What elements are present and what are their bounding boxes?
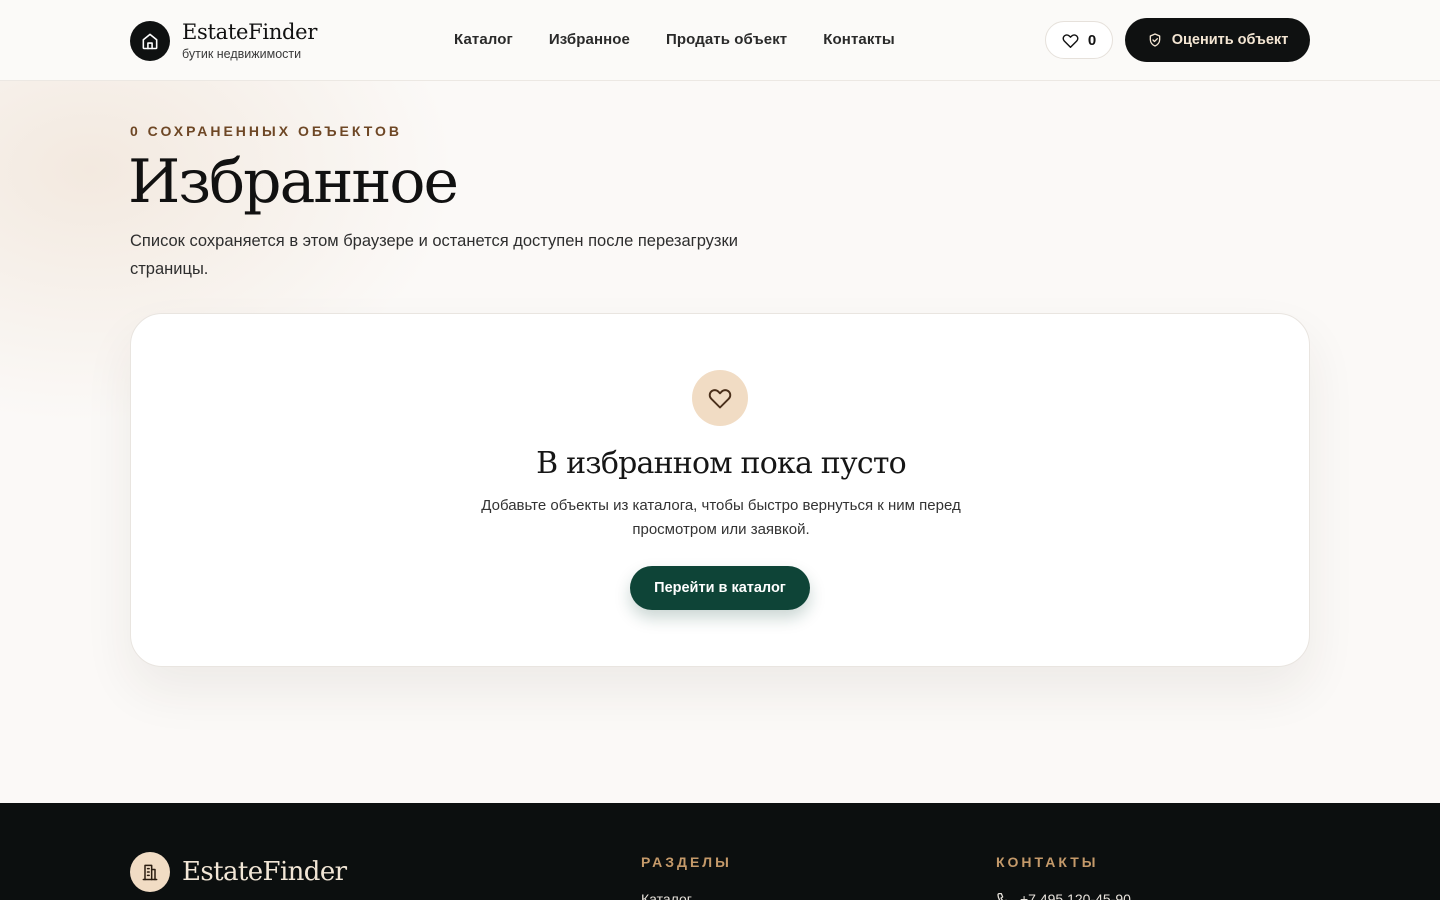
- nav-catalog[interactable]: Каталог: [454, 30, 513, 50]
- footer-brand-name: EstateFinder: [182, 857, 347, 887]
- favorites-counter-button[interactable]: 0: [1045, 21, 1113, 59]
- brand-tagline: бутик недвижимости: [182, 47, 302, 61]
- nav-sell[interactable]: Продать объект: [666, 30, 787, 50]
- brand-name: EstateFinder: [182, 20, 318, 44]
- phone-icon: [996, 891, 1012, 900]
- footer-brand[interactable]: EstateFinder: [130, 852, 347, 892]
- footer-contacts-heading: КОНТАКТЫ: [996, 854, 1099, 870]
- favorites-empty-state: В избранном пока пусто Добавьте объекты …: [130, 313, 1310, 667]
- heart-icon: [1062, 32, 1079, 49]
- main-nav: Каталог Избранное Продать объект Контакт…: [454, 30, 895, 50]
- page-description: Список сохраняется в этом браузере и ост…: [130, 232, 738, 278]
- evaluate-property-button[interactable]: Оценить объект: [1125, 18, 1310, 62]
- footer-sections-heading: РАЗДЕЛЫ: [641, 854, 732, 870]
- page-title: Избранное: [128, 147, 459, 217]
- home-icon: [130, 21, 170, 61]
- evaluate-property-label: Оценить объект: [1171, 32, 1289, 48]
- nav-favorites[interactable]: Избранное: [549, 30, 630, 50]
- heart-icon: [692, 370, 748, 426]
- brand-logo[interactable]: EstateFinder бутик недвижимости: [130, 20, 317, 62]
- shield-check-icon: [1147, 32, 1163, 48]
- nav-contacts[interactable]: Контакты: [823, 30, 895, 50]
- favorites-count: 0: [1087, 31, 1097, 49]
- building-icon: [130, 852, 170, 892]
- footer-phone: +7 495 120-45-90: [1020, 891, 1131, 900]
- site-header: EstateFinder бутик недвижимости Каталог …: [0, 0, 1440, 81]
- empty-state-text: Добавьте объекты из каталога, чтобы быст…: [481, 497, 961, 538]
- go-to-catalog-button[interactable]: Перейти в каталог: [630, 566, 810, 610]
- empty-state-title: В избранном пока пусто: [536, 446, 907, 481]
- site-footer: EstateFinder РАЗДЕЛЫ Каталог КОНТАКТЫ +7…: [0, 803, 1440, 900]
- footer-link-catalog[interactable]: Каталог: [641, 890, 692, 900]
- footer-phone-link[interactable]: +7 495 120-45-90: [996, 890, 1131, 900]
- saved-count-eyebrow: 0 СОХРАНЕННЫХ ОБЪЕКТОВ: [130, 123, 402, 139]
